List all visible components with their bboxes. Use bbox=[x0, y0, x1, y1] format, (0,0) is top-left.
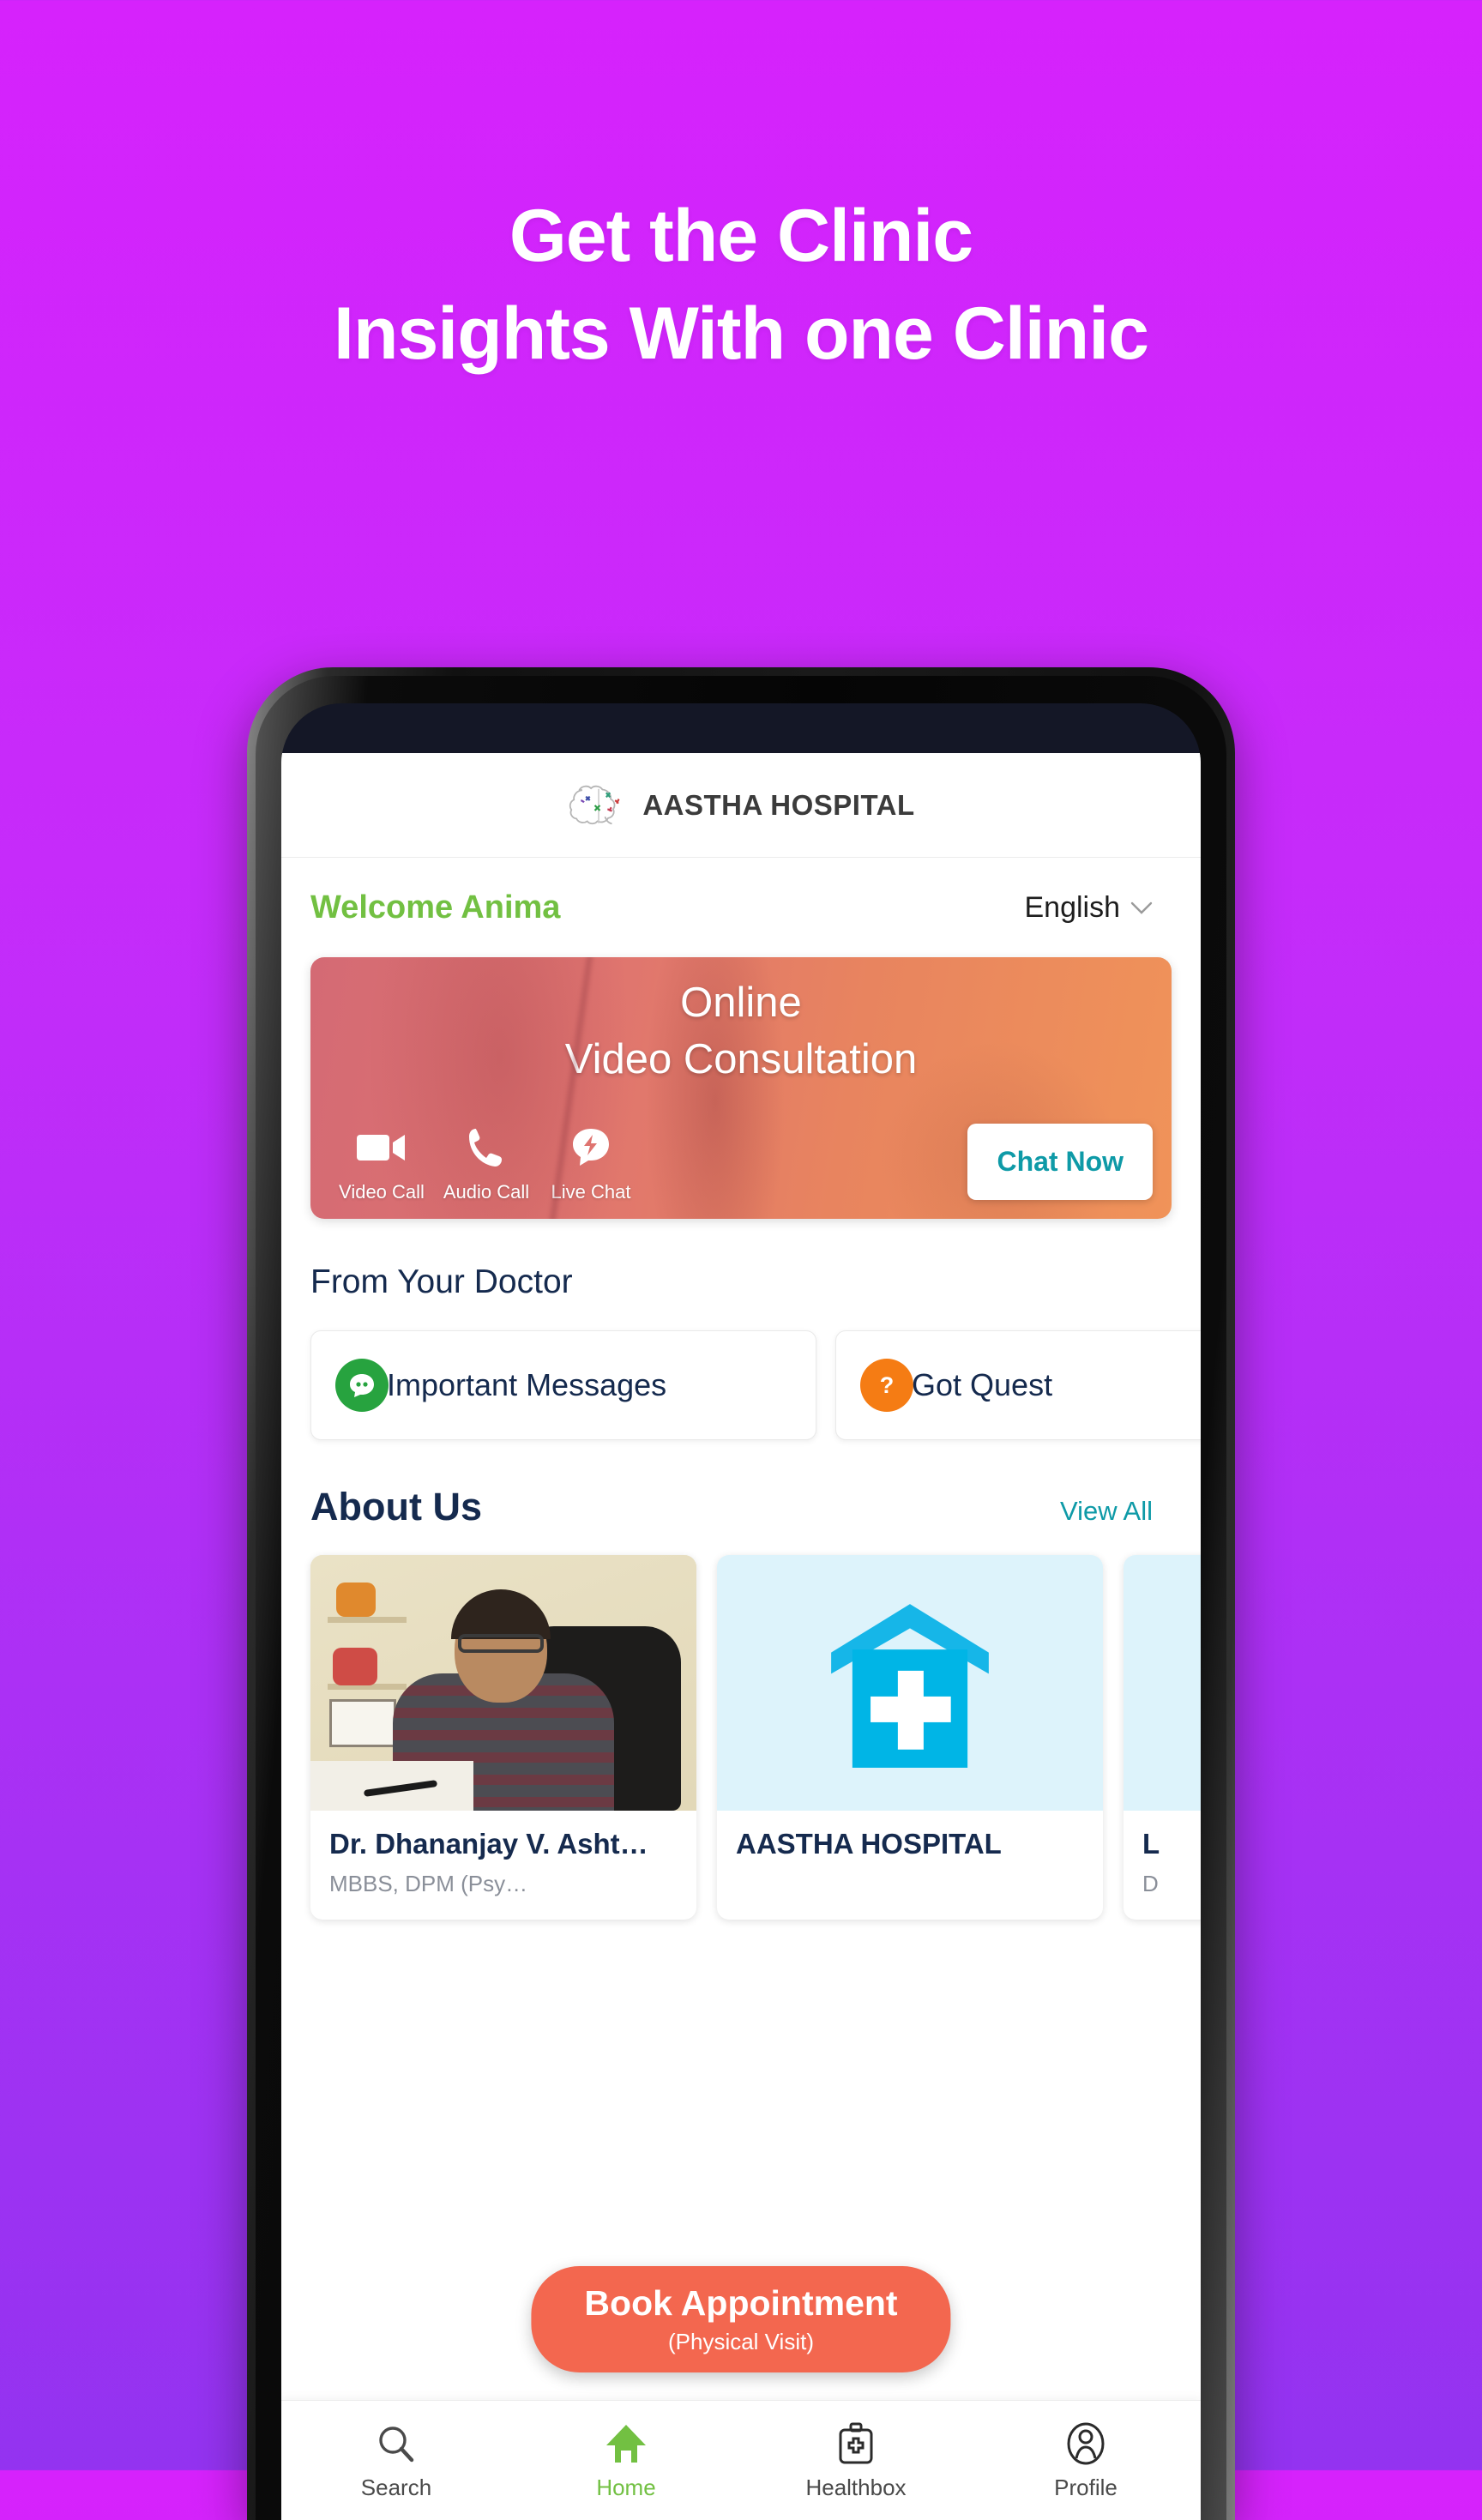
about-card-hospital-body: AASTHA HOSPITAL bbox=[717, 1811, 1103, 1893]
about-card-doctor-body: Dr. Dhananjay V. Asht… MBBS, DPM (Psy… bbox=[310, 1811, 696, 1920]
language-selector[interactable]: English bbox=[1024, 891, 1172, 925]
live-chat-label: Live Chat bbox=[551, 1181, 631, 1203]
app-content-scroll[interactable]: Welcome Anima English Online Video Consu… bbox=[281, 859, 1201, 2400]
phone-screen-bezel: AASTHA HOSPITAL Welcome Anima English On… bbox=[281, 703, 1201, 2520]
nav-item-home[interactable]: Home bbox=[511, 2420, 741, 2501]
banner-title-line-1: Online bbox=[680, 980, 802, 1026]
about-us-title: About Us bbox=[310, 1485, 482, 1528]
from-your-doctor-title: From Your Doctor bbox=[310, 1263, 573, 1300]
important-messages-label: Important Messages bbox=[387, 1367, 667, 1402]
about-card-doctor-subtitle: MBBS, DPM (Psy… bbox=[329, 1871, 528, 1896]
welcome-row: Welcome Anima English bbox=[304, 859, 1178, 942]
about-card-third[interactable]: L D bbox=[1124, 1555, 1201, 1920]
welcome-greeting: Welcome Anima bbox=[310, 889, 561, 925]
profile-icon bbox=[971, 2420, 1201, 2468]
hospital-building-icon bbox=[1124, 1555, 1201, 1811]
about-card-doctor-name: Dr. Dhananjay V. Asht… bbox=[329, 1828, 648, 1860]
headline-line-1: Get the Clinic bbox=[509, 195, 973, 277]
about-card-hospital-name: AASTHA HOSPITAL bbox=[736, 1828, 1002, 1860]
video-call-label: Video Call bbox=[339, 1181, 425, 1203]
audio-call-action[interactable]: Audio Call bbox=[434, 1123, 539, 1203]
healthbox-icon bbox=[741, 2420, 971, 2468]
got-questions-label: Got Quest bbox=[912, 1367, 1053, 1402]
app-screen: AASTHA HOSPITAL Welcome Anima English On… bbox=[281, 753, 1201, 2520]
app-header: AASTHA HOSPITAL bbox=[281, 753, 1201, 858]
nav-item-healthbox[interactable]: Healthbox bbox=[741, 2420, 971, 2501]
audio-call-label: Audio Call bbox=[443, 1181, 530, 1203]
about-us-view-all[interactable]: View All bbox=[1060, 1496, 1172, 1527]
banner-title: Online Video Consultation bbox=[310, 957, 1172, 1086]
live-chat-action[interactable]: Live Chat bbox=[539, 1123, 643, 1203]
about-card-hospital[interactable]: AASTHA HOSPITAL bbox=[717, 1555, 1103, 1920]
book-appointment-label: Book Appointment bbox=[584, 2282, 898, 2323]
about-card-third-body: L D bbox=[1124, 1811, 1201, 1920]
banner-title-line-2: Video Consultation bbox=[564, 1035, 918, 1082]
nav-label-healthbox: Healthbox bbox=[805, 2475, 907, 2500]
phone-outer-frame: AASTHA HOSPITAL Welcome Anima English On… bbox=[247, 667, 1235, 2520]
question-mark-icon: ? bbox=[860, 1359, 913, 1412]
book-appointment-sublabel: (Physical Visit) bbox=[667, 2329, 814, 2354]
search-icon bbox=[281, 2420, 511, 2468]
from-your-doctor-cards: Important Messages ? Got Quest bbox=[304, 1330, 1201, 1440]
important-messages-card[interactable]: Important Messages bbox=[310, 1330, 816, 1440]
chat-bubble-icon bbox=[335, 1359, 389, 1412]
language-label: English bbox=[1024, 891, 1120, 924]
nav-item-profile[interactable]: Profile bbox=[971, 2420, 1201, 2501]
nav-label-search: Search bbox=[360, 2475, 432, 2500]
video-call-action[interactable]: Video Call bbox=[329, 1123, 434, 1203]
about-card-third-subtitle: D bbox=[1142, 1871, 1159, 1896]
chevron-down-icon bbox=[1130, 901, 1153, 914]
about-us-cards: Dr. Dhananjay V. Asht… MBBS, DPM (Psy… A… bbox=[304, 1555, 1201, 1920]
about-card-doctor[interactable]: Dr. Dhananjay V. Asht… MBBS, DPM (Psy… bbox=[310, 1555, 696, 1920]
promo-headline: Get the Clinic Insights With one Clinic bbox=[0, 187, 1482, 383]
phone-icon bbox=[434, 1123, 539, 1173]
svg-text:?: ? bbox=[880, 1372, 895, 1398]
video-camera-icon bbox=[329, 1123, 434, 1173]
bottom-navigation-bar: Search Home Healthbox Profile bbox=[281, 2400, 1201, 2520]
header-hospital-name: AASTHA HOSPITAL bbox=[642, 788, 915, 821]
headline-line-2: Insights With one Clinic bbox=[334, 292, 1149, 376]
phone-mid-frame: AASTHA HOSPITAL Welcome Anima English On… bbox=[256, 676, 1226, 2520]
nav-label-profile: Profile bbox=[1054, 2475, 1118, 2500]
lightning-chat-icon bbox=[539, 1123, 643, 1173]
about-us-header: About Us View All bbox=[304, 1440, 1178, 1529]
about-card-third-name: L bbox=[1142, 1828, 1160, 1860]
chat-now-button[interactable]: Chat Now bbox=[967, 1124, 1153, 1200]
home-icon bbox=[511, 2420, 741, 2468]
nav-label-home: Home bbox=[596, 2475, 656, 2500]
banner-actions: Video Call Audio Call Live Chat Chat Now bbox=[310, 1123, 1172, 1203]
hospital-building-icon bbox=[717, 1555, 1103, 1811]
book-appointment-button[interactable]: Book Appointment (Physical Visit) bbox=[531, 2265, 951, 2372]
video-consultation-banner[interactable]: Online Video Consultation Video Call Aud… bbox=[310, 957, 1172, 1219]
doctor-portrait-photo bbox=[310, 1555, 696, 1811]
brain-logo-icon bbox=[569, 785, 620, 824]
nav-item-search[interactable]: Search bbox=[281, 2420, 511, 2501]
got-questions-card[interactable]: ? Got Quest bbox=[835, 1330, 1201, 1440]
phone-mockup: AASTHA HOSPITAL Welcome Anima English On… bbox=[247, 667, 1235, 2520]
